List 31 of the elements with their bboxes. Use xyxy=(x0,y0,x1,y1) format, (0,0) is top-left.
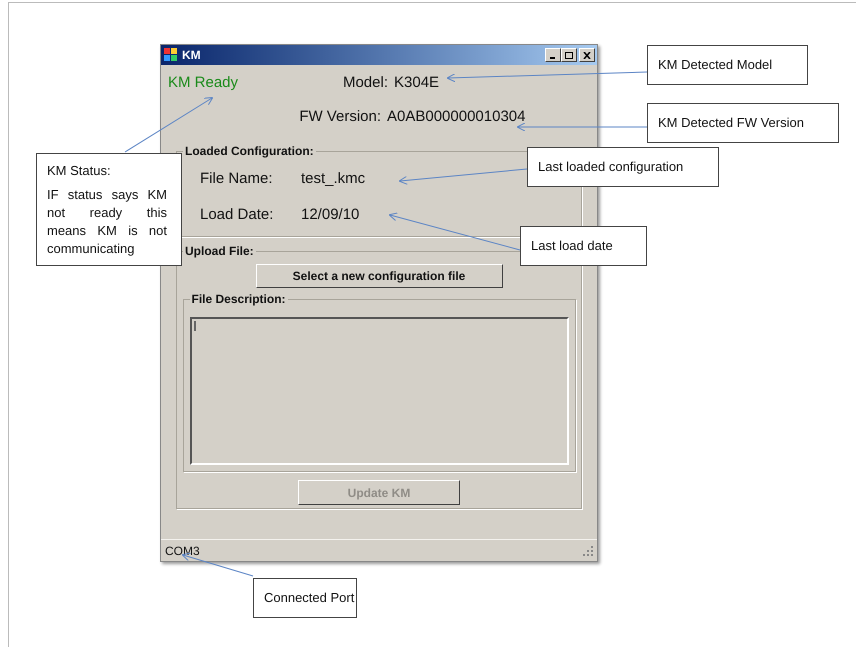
group-title: Loaded Configuration: xyxy=(183,143,316,159)
callout-label: Last load date xyxy=(520,226,647,266)
group-title: Upload File: xyxy=(183,243,256,259)
fw-version-value: A0AB000000010304 xyxy=(387,106,526,127)
close-icon xyxy=(583,52,591,58)
maximize-button[interactable] xyxy=(561,48,577,62)
callout-label: Last loaded configuration xyxy=(527,147,719,187)
update-button: Update KM xyxy=(298,480,460,505)
select-file-button[interactable]: Select a new configuration file xyxy=(256,264,502,288)
group-title: File Description: xyxy=(190,291,288,307)
port-status: COM3 xyxy=(165,542,200,560)
resize-grip-icon xyxy=(583,546,593,556)
callout-label: KM Detected Model xyxy=(647,45,808,85)
load-date-value: 12/09/10 xyxy=(301,205,360,225)
minimize-button[interactable] xyxy=(545,48,561,62)
fw-version-label: FW Version: xyxy=(298,106,381,127)
model-value: K304E xyxy=(394,72,440,93)
model-label: Model: xyxy=(342,72,388,93)
callout-label: KM Detected FW Version xyxy=(647,103,839,143)
close-button[interactable] xyxy=(579,48,595,62)
file-name-value: test_.kmc xyxy=(301,168,366,188)
callout-label: Connected Port xyxy=(253,578,357,618)
app-icon xyxy=(163,47,179,63)
window-title: KM xyxy=(182,47,201,64)
load-date-label: Load Date: xyxy=(200,205,274,225)
maximize-icon xyxy=(565,52,573,58)
callout-title: KM Status: xyxy=(47,162,112,180)
file-name-label: File Name: xyxy=(200,168,274,188)
description-field[interactable] xyxy=(190,317,568,465)
status-text: KM Ready xyxy=(168,72,240,93)
callout-text: IF status says KM not ready this means KM is not communicating xyxy=(47,186,167,258)
